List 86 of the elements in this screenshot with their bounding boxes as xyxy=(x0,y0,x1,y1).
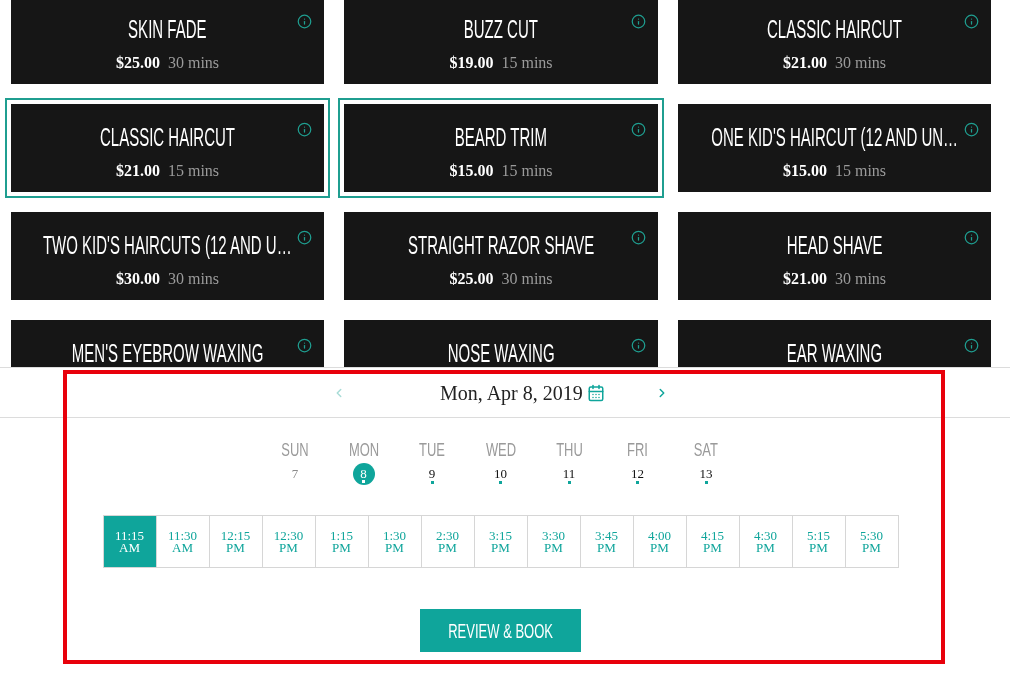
service-card[interactable]: BUZZ CUT $19.00 15 mins xyxy=(344,0,658,84)
service-name: ONE KID'S HAIRCUT (12 AND UN… xyxy=(711,123,958,151)
service-duration: 15 mins xyxy=(167,161,220,181)
weekday-label: THU xyxy=(555,441,583,459)
weekday-label: FRI xyxy=(627,441,648,459)
time-slot[interactable]: 12:30 PM xyxy=(262,515,316,568)
day-number[interactable]: 11 xyxy=(558,463,580,485)
info-icon[interactable] xyxy=(297,230,312,245)
service-card[interactable]: MEN'S EYEBROW WAXING xyxy=(11,320,324,367)
review-book-button[interactable]: REVIEW & BOOK xyxy=(420,609,581,652)
service-duration: 15 mins xyxy=(501,53,553,73)
service-card[interactable]: TWO KID'S HAIRCUTS (12 AND U… $30.00 30 mins xyxy=(11,212,324,300)
service-price: $21.00 xyxy=(782,53,827,73)
service-name: EAR WAXING xyxy=(786,339,883,367)
service-name: HEAD SHAVE xyxy=(786,231,883,259)
service-card[interactable]: STRAIGHT RAZOR SHAVE $25.00 30 mins xyxy=(344,212,658,300)
day-number[interactable]: 10 xyxy=(489,463,512,485)
weekday-label: MON xyxy=(348,441,379,459)
service-duration: 30 mins xyxy=(501,269,553,289)
info-icon[interactable] xyxy=(631,14,646,29)
info-icon[interactable] xyxy=(631,230,646,245)
info-icon[interactable] xyxy=(297,338,312,353)
service-price: $21.00 xyxy=(115,161,160,181)
weekday-label: TUE xyxy=(419,441,445,459)
time-slot[interactable]: 5:15 PM xyxy=(792,515,846,568)
service-card[interactable]: NOSE WAXING xyxy=(344,320,658,367)
service-name: MEN'S EYEBROW WAXING xyxy=(71,339,264,367)
time-slot[interactable]: 3:45 PM xyxy=(580,515,634,568)
service-name: NOSE WAXING xyxy=(447,339,555,367)
service-duration: 30 mins xyxy=(834,53,887,73)
info-icon[interactable] xyxy=(964,230,979,245)
time-slot[interactable]: 4:00 PM xyxy=(633,515,687,568)
calendar-icon[interactable] xyxy=(586,383,605,402)
time-slot[interactable]: 3:15 PM xyxy=(474,515,528,568)
info-icon[interactable] xyxy=(964,338,979,353)
time-slot[interactable]: 4:15 PM xyxy=(686,515,740,568)
weekday-label: SUN xyxy=(281,441,309,459)
time-slot[interactable]: 11:30 AM xyxy=(156,515,210,568)
info-icon[interactable] xyxy=(631,338,646,353)
service-card[interactable]: SKIN FADE $25.00 30 mins xyxy=(11,0,324,84)
service-card[interactable]: ONE KID'S HAIRCUT (12 AND UN… $15.00 15 mins xyxy=(678,104,991,192)
service-price: $25.00 xyxy=(115,53,160,73)
day-number[interactable]: 13 xyxy=(695,463,717,485)
info-icon[interactable] xyxy=(964,122,979,137)
service-name: BEARD TRIM xyxy=(454,123,548,151)
service-card[interactable]: HEAD SHAVE $21.00 30 mins xyxy=(678,212,991,300)
day-number[interactable]: 7 xyxy=(284,463,306,485)
service-duration: 15 mins xyxy=(834,161,887,181)
info-icon[interactable] xyxy=(297,122,312,137)
time-slot[interactable]: 5:30 PM xyxy=(845,515,899,568)
service-price: $25.00 xyxy=(449,269,494,289)
service-duration: 30 mins xyxy=(167,269,220,289)
service-name: STRAIGHT RAZOR SHAVE xyxy=(407,231,595,259)
weekday-label: SAT xyxy=(693,441,719,459)
service-price: $15.00 xyxy=(782,161,827,181)
service-name: CLASSIC HAIRCUT xyxy=(767,15,902,43)
date-label: Mon, Apr 8, 2019 xyxy=(440,380,583,407)
time-slot[interactable]: 1:15 PM xyxy=(315,515,369,568)
time-slot[interactable]: 12:15 PM xyxy=(209,515,263,568)
time-slot[interactable]: 4:30 PM xyxy=(739,515,793,568)
service-card[interactable]: BEARD TRIM $15.00 15 mins xyxy=(344,104,658,192)
service-price: $19.00 xyxy=(449,53,494,73)
service-name: BUZZ CUT xyxy=(463,15,539,43)
service-card[interactable]: CLASSIC HAIRCUT $21.00 30 mins xyxy=(678,0,991,84)
weekday-label: WED xyxy=(485,441,516,459)
service-duration: 30 mins xyxy=(834,269,887,289)
info-icon[interactable] xyxy=(964,14,979,29)
day-number[interactable]: 12 xyxy=(626,463,649,485)
service-price: $30.00 xyxy=(115,269,160,289)
service-price: $15.00 xyxy=(449,161,494,181)
service-name: CLASSIC HAIRCUT xyxy=(100,123,235,151)
service-duration: 15 mins xyxy=(501,161,553,181)
time-slot[interactable]: 11:15 AM xyxy=(103,515,157,568)
info-icon[interactable] xyxy=(631,122,646,137)
service-price: $21.00 xyxy=(782,269,827,289)
service-name: TWO KID'S HAIRCUTS (12 AND U… xyxy=(43,231,292,259)
service-card[interactable]: CLASSIC HAIRCUT $21.00 15 mins xyxy=(11,104,324,192)
day-number[interactable]: 8 xyxy=(352,463,375,485)
service-card[interactable]: EAR WAXING xyxy=(678,320,991,367)
service-name: SKIN FADE xyxy=(128,15,207,43)
time-slot[interactable]: 3:30 PM xyxy=(527,515,581,568)
day-number[interactable]: 9 xyxy=(421,463,443,485)
time-slot[interactable]: 2:30 PM xyxy=(421,515,475,568)
time-slot[interactable]: 1:30 PM xyxy=(368,515,422,568)
info-icon[interactable] xyxy=(297,14,312,29)
service-duration: 30 mins xyxy=(167,53,220,73)
